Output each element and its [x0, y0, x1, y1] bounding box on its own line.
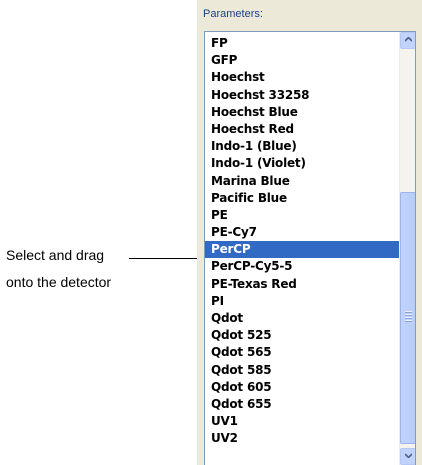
- list-item[interactable]: GFP: [205, 52, 400, 69]
- list-item[interactable]: Qdot 565: [205, 344, 400, 361]
- list-item[interactable]: PE-Texas Red: [205, 276, 400, 293]
- scrollbar-thumb[interactable]: [400, 192, 415, 444]
- list-item[interactable]: Hoechst 33258: [205, 87, 400, 104]
- list-item[interactable]: Indo-1 (Violet): [205, 155, 400, 172]
- list-item[interactable]: PI: [205, 293, 400, 310]
- list-item[interactable]: Qdot 525: [205, 327, 400, 344]
- list-item[interactable]: Hoechst Blue: [205, 104, 400, 121]
- list-item[interactable]: Qdot 655: [205, 396, 400, 413]
- scroll-down-button[interactable]: [400, 448, 415, 465]
- list-item[interactable]: PerCP-Cy5-5: [205, 258, 400, 275]
- list-item[interactable]: Marina Blue: [205, 173, 400, 190]
- callout-leader-line: [129, 258, 207, 259]
- list-item[interactable]: FP: [205, 35, 400, 52]
- list-item[interactable]: PerCP: [205, 241, 400, 259]
- vertical-scrollbar[interactable]: [399, 32, 415, 465]
- list-item[interactable]: UV1: [205, 413, 400, 430]
- list-item[interactable]: Hoechst: [205, 69, 400, 86]
- list-item[interactable]: UV2: [205, 430, 400, 447]
- scroll-down-arrow-icon: [404, 453, 412, 458]
- list-item[interactable]: Pacific Blue: [205, 190, 400, 207]
- list-item[interactable]: Indo-1 (Blue): [205, 138, 400, 155]
- callout-text-line1: Select and drag: [6, 247, 105, 263]
- list-item[interactable]: Qdot: [205, 310, 400, 327]
- list-item[interactable]: PE-Cy7: [205, 224, 400, 241]
- list-item[interactable]: Hoechst Red: [205, 121, 400, 138]
- list-item[interactable]: Qdot 605: [205, 379, 400, 396]
- scroll-up-arrow-icon: [404, 37, 412, 42]
- thumb-grip-icon: [405, 311, 412, 323]
- parameters-header: Parameters:: [203, 8, 263, 20]
- parameters-list: FP GFP Hoechst Hoechst 33258 Hoechst Blue Hoe…: [205, 35, 400, 448]
- callout-text-line2: onto the detector: [6, 274, 112, 290]
- scroll-up-button[interactable]: [400, 32, 415, 49]
- parameters-listbox[interactable]: FP GFP Hoechst Hoechst 33258 Hoechst Blue Hoe…: [204, 31, 416, 465]
- parameters-panel: Parameters: FP GFP Hoechst Hoechst 33258 Hoe…: [197, 0, 422, 465]
- list-item[interactable]: PE: [205, 207, 400, 224]
- list-item[interactable]: Qdot 585: [205, 362, 400, 379]
